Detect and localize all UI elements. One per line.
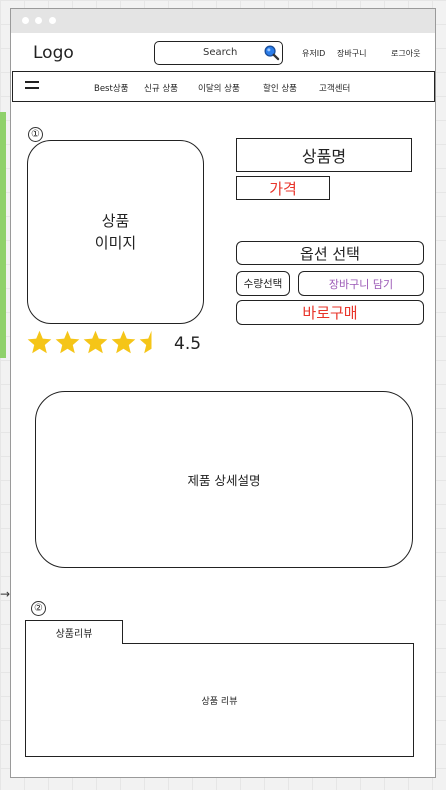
canvas-side-marker — [0, 112, 6, 358]
product-image: 상품 이미지 — [27, 140, 204, 324]
nav-item-support[interactable]: 고객센터 — [319, 82, 350, 94]
star-half-icon — [139, 330, 152, 354]
product-image-label-line2: 이미지 — [94, 234, 137, 252]
product-name: 상품명 — [236, 138, 412, 172]
connector-arrow-icon: → — [0, 587, 11, 601]
section-marker-2: ② — [31, 601, 46, 616]
window-dot-icon — [49, 17, 56, 24]
main-nav: Best상품 신규 상품 이달의 상품 할인 상품 고객센터 — [12, 71, 435, 102]
nav-item-best[interactable]: Best상품 — [94, 82, 128, 94]
browser-window: Logo Search 유저ID 장바구니 로그아웃 Best상품 신규 상품 … — [10, 8, 436, 778]
nav-item-new[interactable]: 신규 상품 — [144, 82, 178, 94]
product-review-panel: 상품 리뷰 — [25, 643, 414, 757]
nav-item-sale[interactable]: 할인 상품 — [263, 82, 297, 94]
window-titlebar — [11, 9, 435, 33]
menu-icon[interactable] — [25, 81, 39, 93]
search-input[interactable]: Search — [154, 41, 283, 65]
quantity-select-button[interactable]: 수량선택 — [236, 271, 290, 296]
option-select-button[interactable]: 옵션 선택 — [236, 241, 424, 265]
product-detail-panel: 제품 상세설명 — [35, 391, 413, 568]
user-id-link[interactable]: 유저ID — [302, 48, 325, 59]
rating-value: 4.5 — [174, 334, 202, 354]
search-placeholder: Search — [203, 47, 238, 58]
search-icon[interactable] — [263, 44, 280, 61]
product-price: 가격 — [236, 176, 330, 200]
nav-item-monthly[interactable]: 이달의 상품 — [198, 82, 240, 94]
section-marker-1: ① — [28, 127, 43, 142]
star-icon — [83, 330, 108, 354]
star-icon — [111, 330, 136, 354]
star-rating — [26, 329, 166, 356]
product-image-label-line1: 상품 — [101, 212, 130, 230]
site-logo[interactable]: Logo — [33, 43, 74, 63]
add-to-cart-button[interactable]: 장바구니 담기 — [298, 271, 424, 296]
tab-product-review[interactable]: 상품리뷰 — [25, 620, 123, 644]
cart-link[interactable]: 장바구니 — [337, 48, 366, 59]
window-dot-icon — [22, 17, 29, 24]
star-icon — [55, 330, 80, 354]
logout-link[interactable]: 로그아웃 — [391, 48, 420, 59]
window-dot-icon — [35, 17, 42, 24]
star-icon — [27, 330, 52, 354]
buy-now-button[interactable]: 바로구매 — [236, 300, 424, 325]
